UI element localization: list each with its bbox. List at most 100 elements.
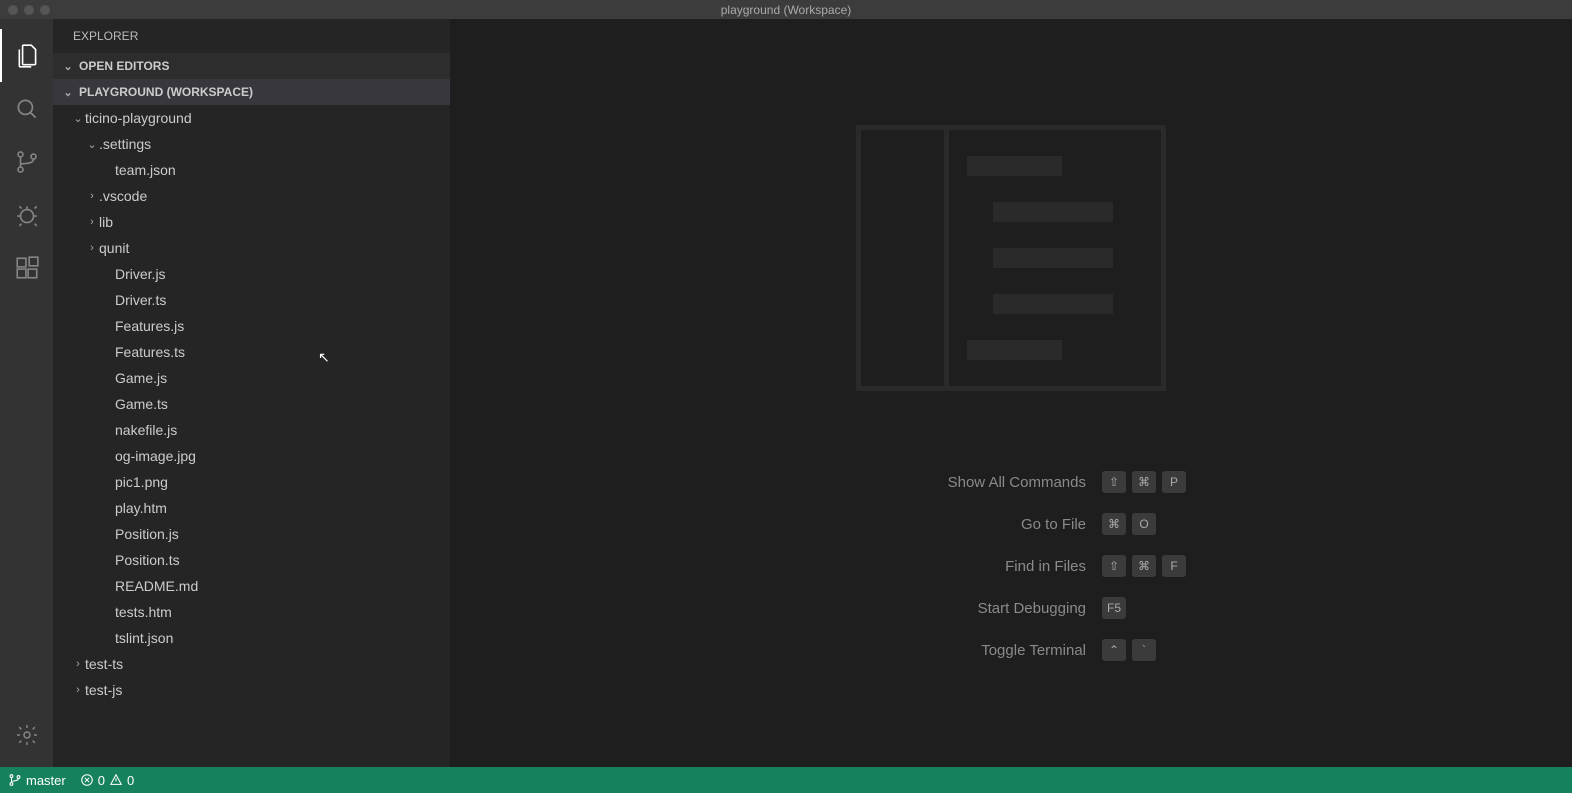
settings-button[interactable]: [0, 708, 53, 761]
tree-label: Position.ts: [115, 552, 180, 568]
open-editors-section[interactable]: ⌄ OPEN EDITORS: [53, 53, 450, 79]
key-cmd: ⌘: [1132, 555, 1156, 577]
extensions-view-button[interactable]: [0, 241, 53, 294]
workspace-section[interactable]: ⌄ PLAYGROUND (WORKSPACE): [53, 79, 450, 105]
key-cmd: ⌘: [1102, 513, 1126, 535]
tree-label: Position.js: [115, 526, 179, 542]
status-branch-label: master: [26, 773, 66, 788]
chevron-down-icon: ⌄: [71, 112, 85, 125]
tree-file-nakefile[interactable]: ›nakefile.js: [53, 417, 450, 443]
open-editors-label: OPEN EDITORS: [79, 59, 169, 73]
tree-label: Game.js: [115, 370, 167, 386]
file-tree: ⌄ticino-playground ⌄.settings ›team.json…: [53, 105, 450, 767]
tree-file-positionjs[interactable]: ›Position.js: [53, 521, 450, 547]
search-view-button[interactable]: [0, 82, 53, 135]
chevron-right-icon: ›: [71, 684, 85, 696]
key-shift: ⇧: [1102, 471, 1126, 493]
tree-folder-qunit[interactable]: ›qunit: [53, 235, 450, 261]
status-errors-count: 0: [98, 773, 105, 788]
scm-view-button[interactable]: [0, 135, 53, 188]
chevron-right-icon: ›: [71, 658, 85, 670]
branch-icon: [14, 149, 40, 175]
files-icon: [15, 43, 41, 69]
tree-folder-testjs[interactable]: ›test-js: [53, 677, 450, 703]
editor-welcome: Show All Commands ⇧ ⌘ P Go to File ⌘ O F: [450, 19, 1572, 767]
tree-file-driverts[interactable]: ›Driver.ts: [53, 287, 450, 313]
error-icon: [80, 773, 94, 787]
tree-label: lib: [99, 214, 113, 230]
explorer-view-button[interactable]: [0, 29, 53, 82]
explorer-sidebar: EXPLORER ⌄ OPEN EDITORS ⌄ PLAYGROUND (WO…: [53, 19, 450, 767]
status-warnings-count: 0: [127, 773, 134, 788]
warning-icon: [109, 773, 123, 787]
tree-folder-testts[interactable]: ›test-ts: [53, 651, 450, 677]
tree-file-featuresjs[interactable]: ›Features.js: [53, 313, 450, 339]
tree-file-gamejs[interactable]: ›Game.js: [53, 365, 450, 391]
extensions-icon: [14, 255, 40, 281]
debug-view-button[interactable]: [0, 188, 53, 241]
hint-label: Find in Files: [836, 558, 1086, 575]
tree-label: og-image.jpg: [115, 448, 196, 464]
tree-file-play[interactable]: ›play.htm: [53, 495, 450, 521]
sidebar-title: EXPLORER: [53, 19, 450, 53]
minimize-window-button[interactable]: [24, 5, 34, 15]
tree-file-ogimage[interactable]: ›og-image.jpg: [53, 443, 450, 469]
key-f: F: [1162, 555, 1186, 577]
status-problems[interactable]: 0 0: [80, 773, 134, 788]
chevron-down-icon: ⌄: [61, 86, 75, 99]
hint-label: Toggle Terminal: [836, 642, 1086, 659]
bug-icon: [14, 202, 40, 228]
hint-start-debugging: Start Debugging F5: [836, 597, 1186, 619]
tree-label: test-ts: [85, 656, 123, 672]
key-o: O: [1132, 513, 1156, 535]
tree-folder-root[interactable]: ⌄ticino-playground: [53, 105, 450, 131]
tree-label: pic1.png: [115, 474, 168, 490]
tree-file-readme[interactable]: ›README.md: [53, 573, 450, 599]
maximize-window-button[interactable]: [40, 5, 50, 15]
tree-label: Driver.ts: [115, 292, 166, 308]
tree-label: Driver.js: [115, 266, 166, 282]
status-branch[interactable]: master: [8, 773, 66, 788]
hint-show-all-commands: Show All Commands ⇧ ⌘ P: [836, 471, 1186, 493]
tree-label: nakefile.js: [115, 422, 177, 438]
hint-label: Go to File: [836, 516, 1086, 533]
welcome-art-icon: [856, 125, 1166, 391]
key-p: P: [1162, 471, 1186, 493]
close-window-button[interactable]: [8, 5, 18, 15]
tree-file-tests[interactable]: ›tests.htm: [53, 599, 450, 625]
window-title: playground (Workspace): [721, 3, 852, 17]
tree-file-teamjson[interactable]: ›team.json: [53, 157, 450, 183]
workspace-label: PLAYGROUND (WORKSPACE): [79, 85, 253, 99]
tree-file-gamets[interactable]: ›Game.ts: [53, 391, 450, 417]
activity-bar: [0, 19, 53, 767]
tree-file-featurests[interactable]: ›Features.ts: [53, 339, 450, 365]
chevron-right-icon: ›: [85, 190, 99, 202]
tree-folder-lib[interactable]: ›lib: [53, 209, 450, 235]
tree-file-positionts[interactable]: ›Position.ts: [53, 547, 450, 573]
tree-label: test-js: [85, 682, 122, 698]
tree-folder-vscode[interactable]: ›.vscode: [53, 183, 450, 209]
welcome-hints: Show All Commands ⇧ ⌘ P Go to File ⌘ O F: [836, 471, 1186, 661]
search-icon: [14, 96, 40, 122]
tree-label: .settings: [99, 136, 151, 152]
hint-label: Show All Commands: [836, 474, 1086, 491]
hint-go-to-file: Go to File ⌘ O: [836, 513, 1186, 535]
key-cmd: ⌘: [1132, 471, 1156, 493]
chevron-down-icon: ⌄: [85, 138, 99, 151]
tree-file-driverjs[interactable]: ›Driver.js: [53, 261, 450, 287]
tree-label: Game.ts: [115, 396, 168, 412]
tree-file-pic1[interactable]: ›pic1.png: [53, 469, 450, 495]
hint-find-in-files: Find in Files ⇧ ⌘ F: [836, 555, 1186, 577]
tree-file-tslint[interactable]: ›tslint.json: [53, 625, 450, 651]
tree-label: team.json: [115, 162, 176, 178]
key-backtick: `: [1132, 639, 1156, 661]
tree-label: README.md: [115, 578, 198, 594]
chevron-right-icon: ›: [85, 242, 99, 254]
gear-icon: [15, 723, 39, 747]
tree-label: play.htm: [115, 500, 167, 516]
tree-folder-settings[interactable]: ⌄.settings: [53, 131, 450, 157]
tree-label: tslint.json: [115, 630, 173, 646]
tree-label: Features.js: [115, 318, 184, 334]
titlebar: playground (Workspace): [0, 0, 1572, 19]
tree-label: .vscode: [99, 188, 147, 204]
